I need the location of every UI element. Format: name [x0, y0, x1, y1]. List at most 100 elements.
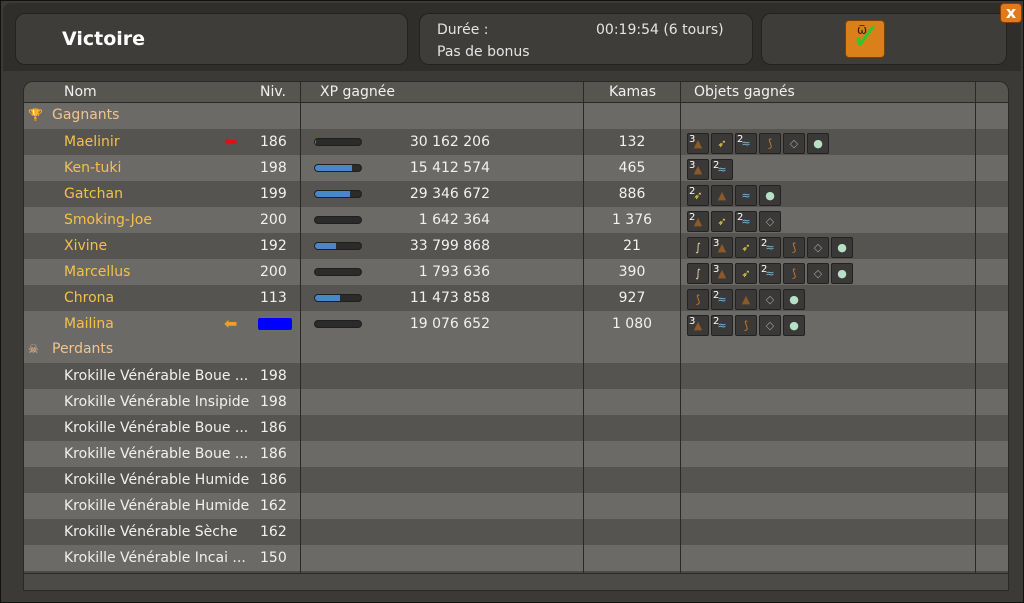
orb-icon[interactable]: ● — [783, 289, 805, 310]
player-name[interactable]: Marcellus — [64, 264, 130, 280]
resource-icon[interactable]: ▲ 3 — [687, 159, 709, 180]
orb-icon[interactable]: ● — [759, 185, 781, 206]
player-name[interactable]: Xivine — [64, 238, 107, 254]
monster-name[interactable]: Krokille Vénérable Insipide — [64, 394, 250, 410]
claw-icon[interactable]: ⟆ — [783, 263, 805, 284]
xp-gained: 11 473 858 — [409, 290, 490, 306]
loot-items: ▲ 3 ≈2 — [687, 158, 735, 180]
monster-name[interactable]: Krokille Vénérable Humide — [64, 498, 250, 514]
wing-icon[interactable]: ≈2 — [735, 211, 757, 232]
xp-gained: 30 162 206 — [409, 134, 490, 150]
xp-gained: 19 076 652 — [409, 316, 490, 332]
xp-gained: 33 799 868 — [409, 238, 490, 254]
feather-icon[interactable]: ➶ — [711, 133, 733, 154]
shard-icon[interactable]: ◇ — [759, 211, 781, 232]
feather-icon[interactable]: ➶ — [711, 211, 733, 232]
duration-value: 00:19:54 (6 tours) — [596, 22, 724, 38]
player-level: 113 — [260, 290, 287, 306]
bone-icon[interactable]: ∫ — [687, 263, 709, 284]
xp-progress-bar — [314, 138, 362, 146]
table-row[interactable]: Maelinir ⬅ 186 30 162 206 132 ▲ 3 ➶ ≈2 ⟆ ◇ ● — [24, 129, 1008, 155]
monster-name[interactable]: Krokille Vénérable Boue ... — [64, 368, 250, 384]
table-row[interactable]: Chrona 113 11 473 858 927 ⟆ ≈2 ▲ ◇ ● — [24, 285, 1008, 311]
col-kamas[interactable]: Kamas — [609, 84, 656, 100]
monster-name[interactable]: Krokille Vénérable Sèche — [64, 524, 250, 540]
monster-level: 198 — [260, 368, 287, 384]
orb-icon[interactable]: ● — [807, 133, 829, 154]
player-name[interactable]: Gatchan — [64, 186, 123, 202]
table-row[interactable]: Gatchan 199 29 346 672 886 ➶ 2 ▲ ≈ ● — [24, 181, 1008, 207]
table-row[interactable]: Krokille Vénérable Boue ... 186 — [24, 415, 1008, 441]
col-xp[interactable]: XP gagnée — [320, 84, 395, 100]
player-level: 200 — [260, 212, 287, 228]
player-name[interactable]: Chrona — [64, 290, 114, 306]
shard-icon[interactable]: ◇ — [759, 289, 781, 310]
claw-icon[interactable]: ⟆ — [735, 315, 757, 336]
monster-name[interactable]: Krokille Vénérable Boue ... — [64, 420, 250, 436]
claw-icon[interactable]: ⟆ — [783, 237, 805, 258]
category-row-losers: ☠ Perdants — [24, 337, 1008, 363]
orb-icon[interactable]: ● — [831, 263, 853, 284]
shard-icon[interactable]: ◇ — [807, 237, 829, 258]
wing-icon[interactable]: ≈2 — [759, 237, 781, 258]
claw-icon[interactable]: ⟆ — [687, 289, 709, 310]
table-row[interactable]: Xivine 192 33 799 868 21 ∫ ▲ 3 ➶ ≈2 ⟆ ◇ ● — [24, 233, 1008, 259]
orange-arrow-icon: ⬅ — [224, 314, 238, 333]
shard-icon[interactable]: ◇ — [807, 263, 829, 284]
table-row[interactable]: Krokille Vénérable Humide 162 — [24, 493, 1008, 519]
player-name[interactable]: Mailina — [64, 316, 114, 332]
resource-icon[interactable]: ▲ 3 — [711, 263, 733, 284]
player-name[interactable]: Ken-tuki — [64, 160, 121, 176]
monster-level: 186 — [260, 420, 287, 436]
wing-icon[interactable]: ≈2 — [735, 133, 757, 154]
shard-icon[interactable]: ◇ — [783, 133, 805, 154]
feather-icon[interactable]: ➶ — [735, 237, 757, 258]
col-level[interactable]: Niv. — [260, 84, 286, 100]
resource-icon[interactable]: ▲ — [735, 289, 757, 310]
monster-name[interactable]: Krokille Vénérable Humide — [64, 472, 250, 488]
monster-level: 150 — [260, 550, 287, 566]
monster-name[interactable]: Krokille Vénérable Boue ... — [64, 446, 250, 462]
table-row[interactable]: Krokille Vénérable Boue ... 186 — [24, 441, 1008, 467]
table-row[interactable]: Ken-tuki 198 15 412 574 465 ▲ 3 ≈2 — [24, 155, 1008, 181]
claw-icon[interactable]: ⟆ — [759, 133, 781, 154]
table-row[interactable]: Mailina ⬅ 19 076 652 1 080 ▲ 3 ≈2 ⟆ ◇ ● — [24, 311, 1008, 337]
table-row[interactable]: Krokille Vénérable Incai ... 150 — [24, 545, 1008, 571]
resource-icon[interactable]: ▲ — [711, 185, 733, 206]
wing-icon[interactable]: ≈2 — [711, 289, 733, 310]
loot-items: ▲ 3 ➶ ≈2 ⟆ ◇ ● — [687, 132, 831, 154]
table-row[interactable]: Krokille Vénérable Sèche 162 — [24, 519, 1008, 545]
wing-icon[interactable]: ≈ — [735, 185, 757, 206]
feather-icon[interactable]: ➶ 2 — [687, 185, 709, 206]
xp-progress-fill — [315, 165, 352, 171]
xp-gained: 1 642 364 — [418, 212, 490, 228]
wing-icon[interactable]: ≈2 — [711, 159, 733, 180]
loot-items: ➶ 2 ▲ ≈ ● — [687, 184, 783, 206]
table-row[interactable]: Krokille Vénérable Humide 186 — [24, 467, 1008, 493]
orb-icon[interactable]: ● — [783, 315, 805, 336]
resource-icon[interactable]: ▲ 2 — [687, 211, 709, 232]
orb-icon[interactable]: ● — [831, 237, 853, 258]
feather-icon[interactable]: ➶ — [735, 263, 757, 284]
table-row[interactable]: Smoking-Joe 200 1 642 364 1 376 ▲ 2 ➶ ≈2 ◇ — [24, 207, 1008, 233]
monster-name[interactable]: Krokille Vénérable Incai ... — [64, 550, 250, 566]
col-items[interactable]: Objets gagnés — [694, 84, 795, 100]
xp-progress-bar — [314, 320, 362, 328]
xp-progress-fill — [315, 191, 350, 197]
resource-icon[interactable]: ▲ 3 — [711, 237, 733, 258]
table-row[interactable]: Marcellus 200 1 793 636 390 ∫ ▲ 3 ➶ ≈2 ⟆ ◇ ● — [24, 259, 1008, 285]
player-name[interactable]: Smoking-Joe — [64, 212, 152, 228]
resource-icon[interactable]: ▲ 3 — [687, 133, 709, 154]
wing-icon[interactable]: ≈2 — [759, 263, 781, 284]
loot-items: ∫ ▲ 3 ➶ ≈2 ⟆ ◇ ● — [687, 236, 855, 258]
wing-icon[interactable]: ≈2 — [711, 315, 733, 336]
table-row[interactable]: Krokille Vénérable Insipide 198 — [24, 389, 1008, 415]
player-level: 192 — [260, 238, 287, 254]
table-row[interactable]: Krokille Vénérable Boue ... 198 — [24, 363, 1008, 389]
resource-icon[interactable]: ▲ 3 — [687, 315, 709, 336]
close-button[interactable]: x — [1000, 3, 1022, 23]
player-name[interactable]: Maelinir — [64, 134, 120, 150]
bone-icon[interactable]: ∫ — [687, 237, 709, 258]
col-name[interactable]: Nom — [64, 84, 97, 100]
shard-icon[interactable]: ◇ — [759, 315, 781, 336]
